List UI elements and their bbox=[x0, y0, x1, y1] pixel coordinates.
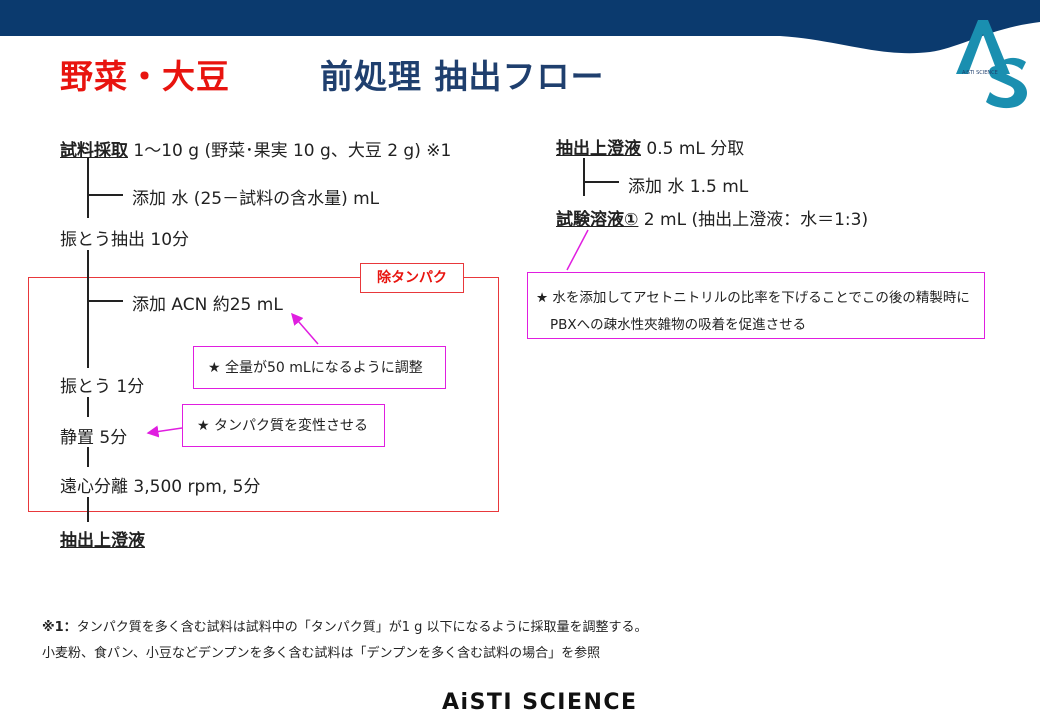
footnote-1-mark: ※1： bbox=[42, 620, 77, 635]
title-red: 野菜・大豆 bbox=[60, 57, 230, 96]
logo-caption: AiSTI SCIENCE bbox=[962, 70, 998, 76]
flow-line-4 bbox=[87, 447, 89, 467]
note-denature-text: ★ タンパク質を変性させる bbox=[197, 418, 369, 434]
right-step-supernatant-text: 0.5 mL 分取 bbox=[641, 139, 745, 159]
protein-removal-label: 除タンパク bbox=[360, 263, 464, 293]
branch-water bbox=[87, 194, 123, 196]
step-sampling-label: 試料採取 bbox=[60, 141, 128, 161]
step-shake: 振とう 1分 bbox=[60, 377, 145, 397]
step-shake-extract: 振とう抽出 10分 bbox=[60, 230, 190, 250]
flow-line-1 bbox=[87, 158, 89, 218]
footer-brand: AiSTI SCIENCE bbox=[442, 690, 638, 715]
branch-acn bbox=[87, 300, 123, 302]
right-step-test-text: 2 mL (抽出上澄液：水＝1:3) bbox=[638, 210, 869, 230]
note-adjust-volume-text: ★ 全量が50 mLになるように調整 bbox=[208, 360, 423, 376]
note-water-ratio-line1: ★ 水を添加してアセトニトリルの比率を下げることでこの後の精製時に bbox=[536, 290, 970, 306]
flow-line-5 bbox=[87, 497, 89, 522]
right-branch-water bbox=[583, 181, 619, 183]
right-step-add-water: 添加 水 1.5 mL bbox=[628, 177, 749, 197]
step-sampling-text: 1～10 g (野菜･果実 10 g、大豆 2 g) ※1 bbox=[128, 141, 452, 161]
flow-line-2 bbox=[87, 250, 89, 368]
right-step-supernatant: 抽出上澄液 0.5 mL 分取 bbox=[556, 134, 744, 159]
logo: AiSTI SCIENCE bbox=[948, 14, 1038, 109]
flow-line-3 bbox=[87, 397, 89, 417]
footnote-1-text: タンパク質を多く含む試料は試料中の「タンパク質」が1 g 以下になるように採取量… bbox=[76, 620, 648, 635]
footnote-1: ※1：タンパク質を多く含む試料は試料中の「タンパク質」が1 g 以下になるように… bbox=[42, 616, 647, 635]
note-denature: ★ タンパク質を変性させる bbox=[182, 404, 385, 447]
footnote-2: 小麦粉、食パン、小豆などデンプンを多く含む試料は「デンプンを多く含む試料の場合」… bbox=[42, 646, 601, 661]
right-step-test-label: 試験溶液① bbox=[556, 210, 639, 230]
note-adjust-volume: ★ 全量が50 mLになるように調整 bbox=[193, 346, 446, 389]
right-step-test-solution: 試験溶液① 2 mL (抽出上澄液：水＝1:3) bbox=[556, 205, 868, 230]
step-add-water: 添加 水 (25－試料の含水量) mL bbox=[132, 189, 380, 209]
step-supernatant: 抽出上澄液 bbox=[60, 531, 145, 551]
right-step-supernatant-label: 抽出上澄液 bbox=[556, 139, 641, 159]
note-water-ratio: ★ 水を添加してアセトニトリルの比率を下げることでこの後の精製時に PBXへの疎… bbox=[527, 272, 985, 339]
step-add-acn: 添加 ACN 約25 mL bbox=[132, 295, 283, 315]
title-blue: 前処理 抽出フロー bbox=[320, 57, 605, 96]
step-centrifuge: 遠心分離 3,500 rpm, 5分 bbox=[60, 477, 261, 497]
step-stand: 静置 5分 bbox=[60, 428, 128, 448]
step-sampling: 試料採取 1～10 g (野菜･果実 10 g、大豆 2 g) ※1 bbox=[60, 136, 451, 161]
right-flow-line bbox=[583, 158, 585, 196]
note-water-ratio-line2: PBXへの疎水性夾雑物の吸着を促進させる bbox=[550, 317, 807, 333]
